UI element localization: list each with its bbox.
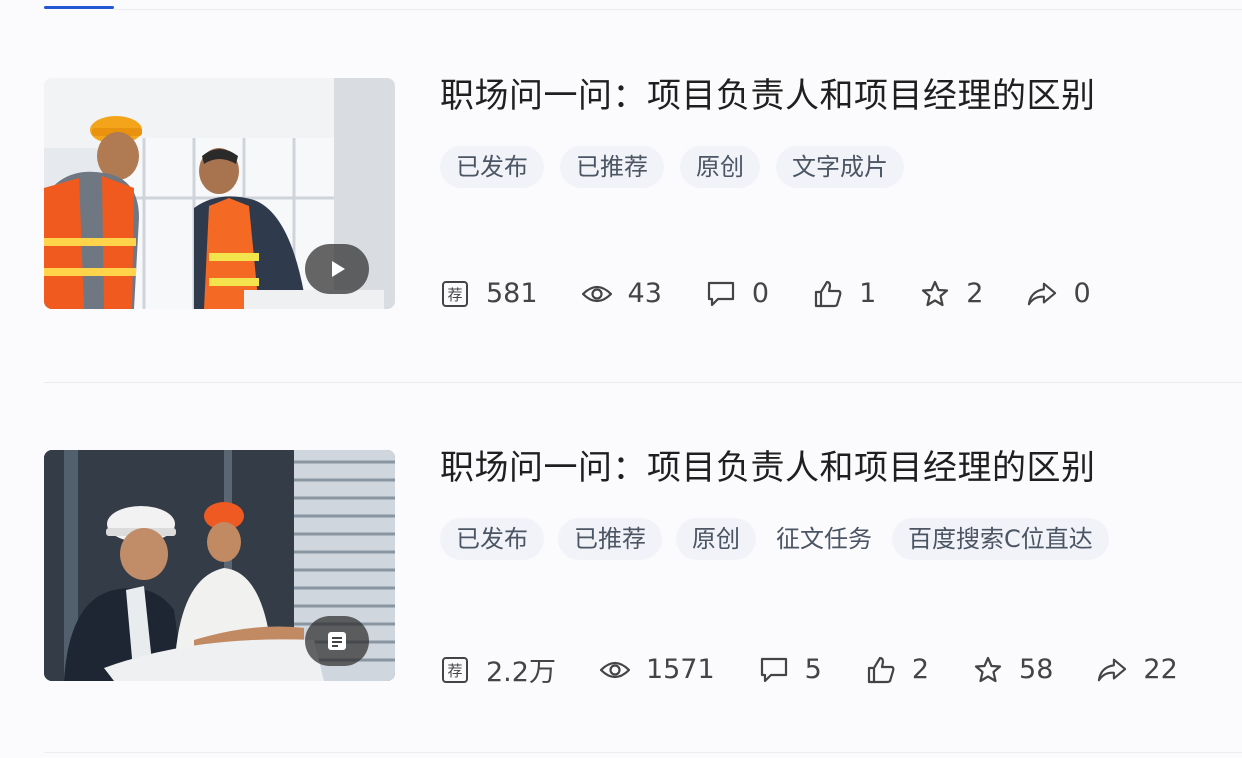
comment-icon <box>706 279 736 309</box>
eye-icon <box>581 279 612 309</box>
stat-recommend: 荐 581 <box>440 278 538 309</box>
stat-shares: 22 <box>1097 654 1178 685</box>
like-count: 2 <box>911 654 930 685</box>
recommend-count: 581 <box>486 278 538 309</box>
thumbs-up-icon <box>813 279 843 309</box>
active-tab-indicator <box>44 6 114 9</box>
stat-favorites: 58 <box>973 654 1053 685</box>
tag-recommended: 已推荐 <box>560 146 664 188</box>
comment-icon <box>759 655 789 685</box>
stat-likes: 2 <box>866 654 929 685</box>
article-type-badge[interactable] <box>305 616 369 666</box>
video-thumbnail[interactable] <box>44 78 395 309</box>
document-icon <box>328 632 346 650</box>
favorite-count: 2 <box>966 278 984 309</box>
tag-search-top: 百度搜索C位直达 <box>892 518 1109 560</box>
list-bottom-divider <box>44 752 1242 753</box>
play-icon <box>332 261 345 277</box>
play-button[interactable] <box>305 244 369 294</box>
article-card[interactable]: 职场问一问：项目负责人和项目经理的区别 已发布 已推荐 原创 征文任务 百度搜索… <box>44 450 1242 690</box>
stat-comments: 5 <box>759 654 822 685</box>
like-count: 1 <box>859 278 877 309</box>
recommend-badge-icon: 荐 <box>440 279 470 309</box>
view-count: 1571 <box>645 654 715 685</box>
article-title[interactable]: 职场问一问：项目负责人和项目经理的区别 <box>440 450 1096 486</box>
stat-views: 43 <box>581 278 662 309</box>
tag-list: 已发布 已推荐 原创 征文任务 百度搜索C位直达 <box>440 518 1109 560</box>
article-title[interactable]: 职场问一问：项目负责人和项目经理的区别 <box>440 78 1096 114</box>
tag-essay-task: 征文任务 <box>776 525 872 553</box>
share-count: 22 <box>1143 654 1178 685</box>
comment-count: 0 <box>751 278 770 309</box>
recommend-badge-icon: 荐 <box>440 655 470 685</box>
tab-divider <box>114 9 1242 10</box>
share-icon <box>1097 655 1127 685</box>
tag-original: 原创 <box>676 518 756 560</box>
stats-bar: 荐 2.2万 1571 5 2 58 22 <box>440 650 1178 689</box>
svg-text:荐: 荐 <box>447 286 462 304</box>
share-icon <box>1027 279 1057 309</box>
comment-count: 5 <box>804 654 822 685</box>
stat-shares: 0 <box>1027 278 1091 309</box>
tag-original: 原创 <box>680 146 760 188</box>
tag-recommended: 已推荐 <box>558 518 662 560</box>
tag-list: 已发布 已推荐 原创 文字成片 <box>440 146 904 188</box>
stat-comments: 0 <box>706 278 769 309</box>
view-count: 43 <box>627 278 662 309</box>
eye-icon <box>599 655 630 685</box>
recommend-count: 2.2万 <box>486 657 556 688</box>
tag-published: 已发布 <box>440 518 544 560</box>
tag-text-to-video: 文字成片 <box>776 146 904 188</box>
stat-likes: 1 <box>813 278 876 309</box>
stats-bar: 荐 581 43 0 1 2 0 <box>440 278 1091 309</box>
tag-published: 已发布 <box>440 146 544 188</box>
thumbs-up-icon <box>866 655 896 685</box>
svg-text:荐: 荐 <box>447 662 462 680</box>
article-divider <box>44 382 1242 383</box>
star-icon <box>920 279 950 309</box>
stat-recommend: 荐 2.2万 <box>440 650 556 689</box>
article-card[interactable]: 职场问一问：项目负责人和项目经理的区别 已发布 已推荐 原创 文字成片 荐 58… <box>44 78 1242 318</box>
article-thumbnail[interactable] <box>44 450 395 681</box>
favorite-count: 58 <box>1019 654 1054 685</box>
share-count: 0 <box>1073 278 1091 309</box>
stat-views: 1571 <box>599 654 715 685</box>
star-icon <box>973 655 1003 685</box>
stat-favorites: 2 <box>920 278 983 309</box>
